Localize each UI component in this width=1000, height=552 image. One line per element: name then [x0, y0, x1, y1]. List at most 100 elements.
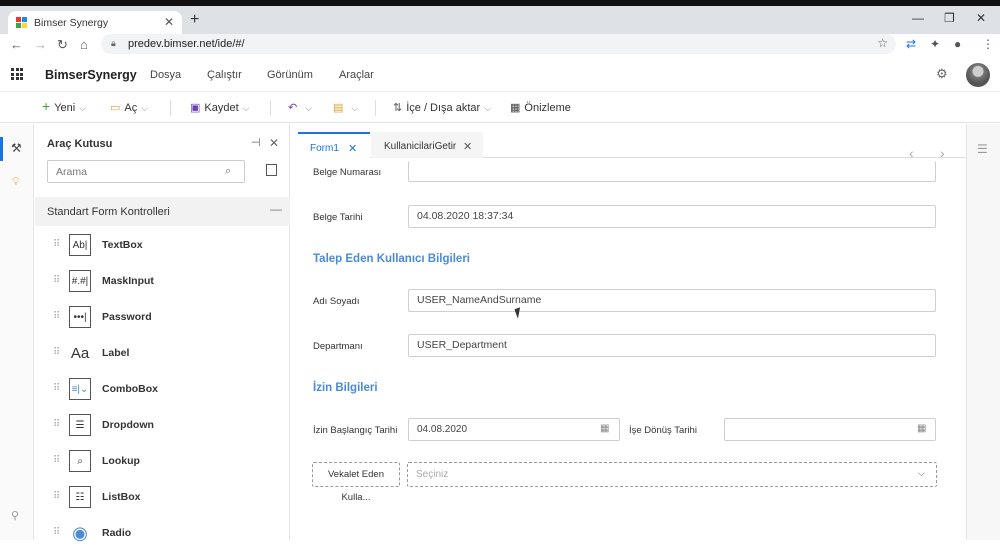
- gear-icon[interactable]: ⚙: [936, 66, 948, 82]
- document-tabs: Form1 ✕ KullanicilariGetir ✕ ‹ ›: [298, 132, 966, 161]
- toolbox-item-combobox[interactable]: ⠿ ≡|⌄ ComboBox: [35, 372, 290, 408]
- preview-button[interactable]: ▦ Önizleme: [510, 101, 571, 114]
- maskinput-icon: #.#|: [69, 270, 91, 292]
- app-launcher-icon[interactable]: [11, 68, 23, 80]
- departmani-input[interactable]: USER_Department: [408, 334, 936, 357]
- preview-label: Önizleme: [524, 102, 571, 114]
- menu-gorunum[interactable]: Görünüm: [267, 69, 313, 81]
- app-header: BimserSynergy Dosya Çalıştır Görünüm Ara…: [0, 56, 1000, 92]
- dropdown-icon: ☰: [69, 414, 91, 436]
- chevron-down-icon: ⌵: [141, 103, 149, 113]
- menu-calistir[interactable]: Çalıştır: [207, 69, 242, 81]
- browser-tab[interactable]: Bimser Synergy ✕: [8, 11, 182, 34]
- toolbox-item-textbox[interactable]: ⠿ Ab| TextBox: [35, 228, 290, 264]
- menu-araclar[interactable]: Araçlar: [339, 69, 374, 81]
- bimser-favicon-icon: [16, 17, 27, 28]
- import-export-button[interactable]: ⇅ İçe / Dışa aktar ⌵: [393, 101, 491, 114]
- close-icon[interactable]: ✕: [269, 136, 279, 150]
- window-close-icon[interactable]: ✕: [976, 11, 986, 25]
- reload-icon[interactable]: ↻: [57, 37, 68, 53]
- pin-icon[interactable]: ⊣: [251, 136, 261, 149]
- vekalet-label: Vekalet Eden Kulla...: [312, 462, 400, 503]
- open-button[interactable]: ▭ Aç ⌵: [110, 101, 148, 114]
- plus-icon: +: [42, 98, 51, 114]
- address-bar-row: ← → ↻ ⌂ 🔒︎ predev.bimser.net/ide/#/ ☆: [0, 34, 1000, 56]
- form-editor: Form1 ✕ KullanicilariGetir ✕ ‹ › Belge N…: [298, 124, 966, 540]
- chevron-down-icon: ⌵: [79, 103, 87, 113]
- toolbox-item-label: Password: [102, 311, 152, 323]
- chevron-right-icon[interactable]: ›: [940, 145, 945, 161]
- undo-button[interactable]: ↶ ⌵: [288, 101, 312, 114]
- lock-icon: 🔒︎: [111, 38, 116, 48]
- close-icon[interactable]: ✕: [463, 140, 472, 153]
- calendar-icon[interactable]: ▦: [600, 423, 609, 434]
- adi-soyadi-input[interactable]: USER_NameAndSurname: [408, 289, 936, 312]
- talep-section-title: Talep Eden Kullanıcı Bilgileri: [313, 253, 470, 265]
- belge-tarihi-input[interactable]: 04.08.2020 18:37:34: [408, 205, 936, 228]
- vekalet-select[interactable]: Seçiniz: [407, 462, 937, 487]
- left-icon-rail: ⚒ 💡︎ ⚲: [0, 124, 34, 540]
- belge-tarihi-label: Belge Tarihi: [313, 212, 363, 223]
- profile-icon[interactable]: ●: [954, 37, 961, 51]
- ise-donus-input[interactable]: [724, 418, 936, 441]
- extensions-icon[interactable]: ✦: [930, 37, 940, 51]
- drag-handle-icon[interactable]: ⠿: [53, 311, 60, 322]
- drag-handle-icon[interactable]: ⠿: [53, 383, 60, 394]
- calendar-icon[interactable]: ▦: [917, 423, 926, 434]
- rail-active-indicator: [0, 137, 3, 161]
- new-button[interactable]: + Yeni ⌵: [42, 98, 87, 114]
- drag-handle-icon[interactable]: ⠿: [53, 275, 60, 286]
- toolbox-tools-icon[interactable]: ⚒: [11, 141, 22, 155]
- avatar[interactable]: [966, 63, 990, 87]
- drag-handle-icon[interactable]: ⠿: [53, 527, 60, 538]
- drag-handle-icon[interactable]: ⠿: [53, 455, 60, 466]
- save-icon: ▣: [190, 102, 201, 114]
- close-tab-icon[interactable]: ✕: [164, 15, 174, 29]
- home-icon[interactable]: ⌂: [80, 37, 88, 52]
- drag-handle-icon[interactable]: ⠿: [53, 419, 60, 430]
- restore-icon[interactable]: ❐: [944, 11, 955, 25]
- ise-donus-label: İşe Dönüş Tarihi: [629, 425, 697, 436]
- toolbox-item-label: MaskInput: [102, 275, 154, 287]
- toolbox-item-lookup[interactable]: ⠿ ⌕ Lookup: [35, 444, 290, 480]
- toolbox-item-label[interactable]: ⠿ Aa Label: [35, 336, 290, 372]
- toolbox-item-dropdown[interactable]: ⠿ ☰ Dropdown: [35, 408, 290, 444]
- toolbox-item-label: Radio: [102, 527, 132, 539]
- flow-icon[interactable]: ⚲: [11, 509, 19, 522]
- back-icon[interactable]: ←: [10, 37, 23, 52]
- drag-handle-icon[interactable]: ⠿: [53, 491, 60, 502]
- tab-form1[interactable]: Form1 ✕: [298, 132, 370, 158]
- toolbox-item-maskinput[interactable]: ⠿ #.#| MaskInput: [35, 264, 290, 300]
- toolbox-item-password[interactable]: ⠿ •••| Password: [35, 300, 290, 336]
- new-label: Yeni: [54, 102, 76, 114]
- toolbar-divider: [170, 100, 171, 116]
- minimize-icon[interactable]: —: [912, 11, 924, 25]
- bookmark-star-icon[interactable]: ☆: [877, 36, 888, 50]
- menu-dosya[interactable]: Dosya: [150, 69, 181, 81]
- forward-icon[interactable]: →: [34, 37, 47, 52]
- toolbox-item-listbox[interactable]: ⠿ ☷ ListBox: [35, 480, 290, 516]
- drag-handle-icon[interactable]: ⠿: [53, 239, 60, 250]
- preview-icon: ▦: [510, 102, 521, 114]
- toolbox-search-input[interactable]: [47, 160, 245, 183]
- translate-icon[interactable]: ⇄: [906, 37, 916, 51]
- collapse-all-icon[interactable]: [266, 164, 277, 176]
- bulb-icon[interactable]: 💡︎: [12, 176, 20, 189]
- new-tab-icon[interactable]: +: [190, 11, 199, 29]
- tab-label: Form1: [310, 143, 339, 154]
- tab-kullanicilarigetir[interactable]: KullanicilariGetir ✕: [371, 132, 483, 158]
- toolbox-item-radio[interactable]: ⠿ ◉ Radio: [35, 516, 290, 552]
- paste-button[interactable]: ▤ ⌵: [333, 101, 358, 114]
- address-input[interactable]: 🔒︎ predev.bimser.net/ide/#/ ☆: [101, 34, 896, 54]
- properties-list-icon[interactable]: ☰: [977, 142, 988, 156]
- close-icon[interactable]: ✕: [348, 142, 357, 155]
- belge-numarasi-input[interactable]: [408, 161, 936, 182]
- toolbox-section-header[interactable]: Standart Form Kontrolleri —: [35, 197, 290, 226]
- chevron-left-icon[interactable]: ‹: [909, 145, 914, 161]
- izin-baslangic-input[interactable]: 04.08.2020: [408, 418, 620, 441]
- toolbar-divider: [270, 100, 271, 116]
- drag-handle-icon[interactable]: ⠿: [53, 347, 60, 358]
- browser-menu-icon[interactable]: ⋮: [982, 37, 994, 51]
- save-button[interactable]: ▣ Kaydet ⌵: [190, 101, 249, 114]
- minus-icon[interactable]: —: [270, 202, 282, 216]
